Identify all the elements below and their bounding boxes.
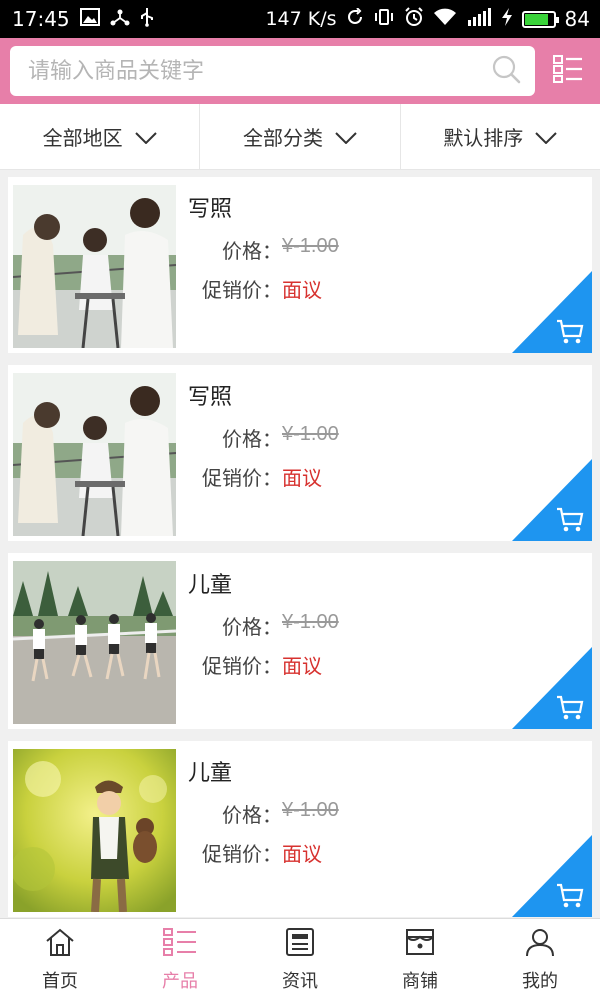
product-image[interactable] [13, 373, 176, 536]
product-card[interactable]: 写照 价格： ¥-1.00 促销价： 面议 [8, 365, 592, 541]
tab-home[interactable]: 首页 [0, 919, 120, 1000]
chevron-down-icon [335, 125, 357, 149]
sale-label: 促销价： [202, 842, 282, 866]
price-label: 价格： [222, 803, 282, 827]
status-time: 17:45 [12, 7, 70, 31]
price-label: 价格： [222, 615, 282, 639]
home-icon [44, 927, 76, 961]
sale-label: 促销价： [202, 278, 282, 302]
vibrate-icon [373, 8, 395, 30]
search-input[interactable] [28, 58, 491, 84]
price-row: 价格： ¥-1.00 [188, 611, 388, 640]
battery-level: 84 [564, 7, 590, 31]
original-price: ¥-1.00 [282, 611, 339, 633]
sync-icon [346, 7, 364, 30]
status-bar: 17:45 147 K/s 84 [0, 0, 600, 38]
tab-label: 资讯 [282, 970, 318, 992]
search-box[interactable] [10, 46, 535, 96]
product-title: 儿童 [188, 573, 233, 598]
tab-news[interactable]: 资讯 [240, 919, 360, 1000]
category-menu-button[interactable] [535, 38, 600, 104]
price-label: 价格： [222, 239, 282, 263]
product-list-icon [163, 927, 197, 961]
usb-icon [140, 7, 154, 31]
price-row: 价格： ¥-1.00 [188, 423, 388, 452]
sale-price: 面议 [282, 654, 322, 678]
sale-label: 促销价： [202, 654, 282, 678]
search-icon[interactable] [491, 54, 521, 88]
original-price: ¥-1.00 [282, 423, 339, 445]
news-icon [285, 927, 315, 961]
filter-label: 全部地区 [42, 126, 123, 150]
product-card[interactable]: 写照 价格： ¥-1.00 促销价： 面议 [8, 177, 592, 353]
product-image[interactable] [13, 185, 176, 348]
product-card[interactable]: 儿童 价格： ¥-1.00 促销价： 面议 [8, 553, 592, 729]
sale-price: 面议 [282, 842, 322, 866]
share-icon [110, 8, 130, 30]
tab-me[interactable]: 我的 [480, 919, 600, 1000]
wifi-icon [433, 8, 457, 30]
user-icon [525, 927, 555, 961]
original-price: ¥-1.00 [282, 799, 339, 821]
bottom-nav: 首页 产品 资讯 商铺 我的 [0, 918, 600, 1000]
filter-category[interactable]: 全部分类 [200, 104, 401, 169]
product-image[interactable] [13, 561, 176, 724]
filter-region[interactable]: 全部地区 [0, 104, 201, 169]
product-title: 儿童 [188, 761, 233, 786]
shop-icon [404, 927, 436, 961]
sale-row: 促销价： 面议 [188, 650, 388, 679]
product-image[interactable] [13, 749, 176, 912]
filter-bar: 全部地区 全部分类 默认排序 [0, 104, 600, 170]
sale-price: 面议 [282, 466, 322, 490]
sale-row: 促销价： 面议 [188, 838, 388, 867]
product-title: 写照 [188, 197, 233, 222]
price-row: 价格： ¥-1.00 [188, 799, 388, 828]
filter-sort[interactable]: 默认排序 [401, 104, 600, 169]
chevron-down-icon [134, 125, 157, 149]
product-title: 写照 [188, 385, 233, 410]
grid-list-icon [552, 55, 583, 87]
tab-products[interactable]: 产品 [120, 919, 240, 1000]
sale-price: 面议 [282, 278, 322, 302]
product-card[interactable]: 儿童 价格： ¥-1.00 促销价： 面议 [8, 741, 592, 917]
cart-icon[interactable] [556, 695, 584, 721]
cart-icon[interactable] [556, 319, 584, 345]
tab-label: 我的 [522, 970, 558, 992]
gallery-icon [79, 8, 100, 30]
cart-icon[interactable] [556, 507, 584, 533]
chevron-down-icon [535, 125, 558, 149]
alarm-icon [404, 7, 424, 31]
price-label: 价格： [222, 427, 282, 451]
search-header [0, 38, 600, 104]
tab-shop[interactable]: 商铺 [360, 919, 480, 1000]
sale-row: 促销价： 面议 [188, 462, 388, 491]
signal-icon [466, 8, 492, 30]
filter-label: 全部分类 [242, 126, 323, 150]
battery-icon [521, 10, 559, 28]
product-list: 写照 价格： ¥-1.00 促销价： 面议 写照 价格： ¥-1.00 促销价：… [0, 170, 600, 918]
tab-label: 产品 [162, 970, 198, 992]
price-row: 价格： ¥-1.00 [188, 235, 388, 264]
charging-icon [501, 8, 513, 30]
sale-row: 促销价： 面议 [188, 274, 388, 303]
filter-label: 默认排序 [443, 126, 524, 150]
original-price: ¥-1.00 [282, 235, 339, 257]
cart-icon[interactable] [556, 883, 584, 909]
net-speed: 147 K/s [265, 8, 337, 30]
sale-label: 促销价： [202, 466, 282, 490]
tab-label: 首页 [42, 970, 78, 992]
tab-label: 商铺 [402, 970, 438, 992]
